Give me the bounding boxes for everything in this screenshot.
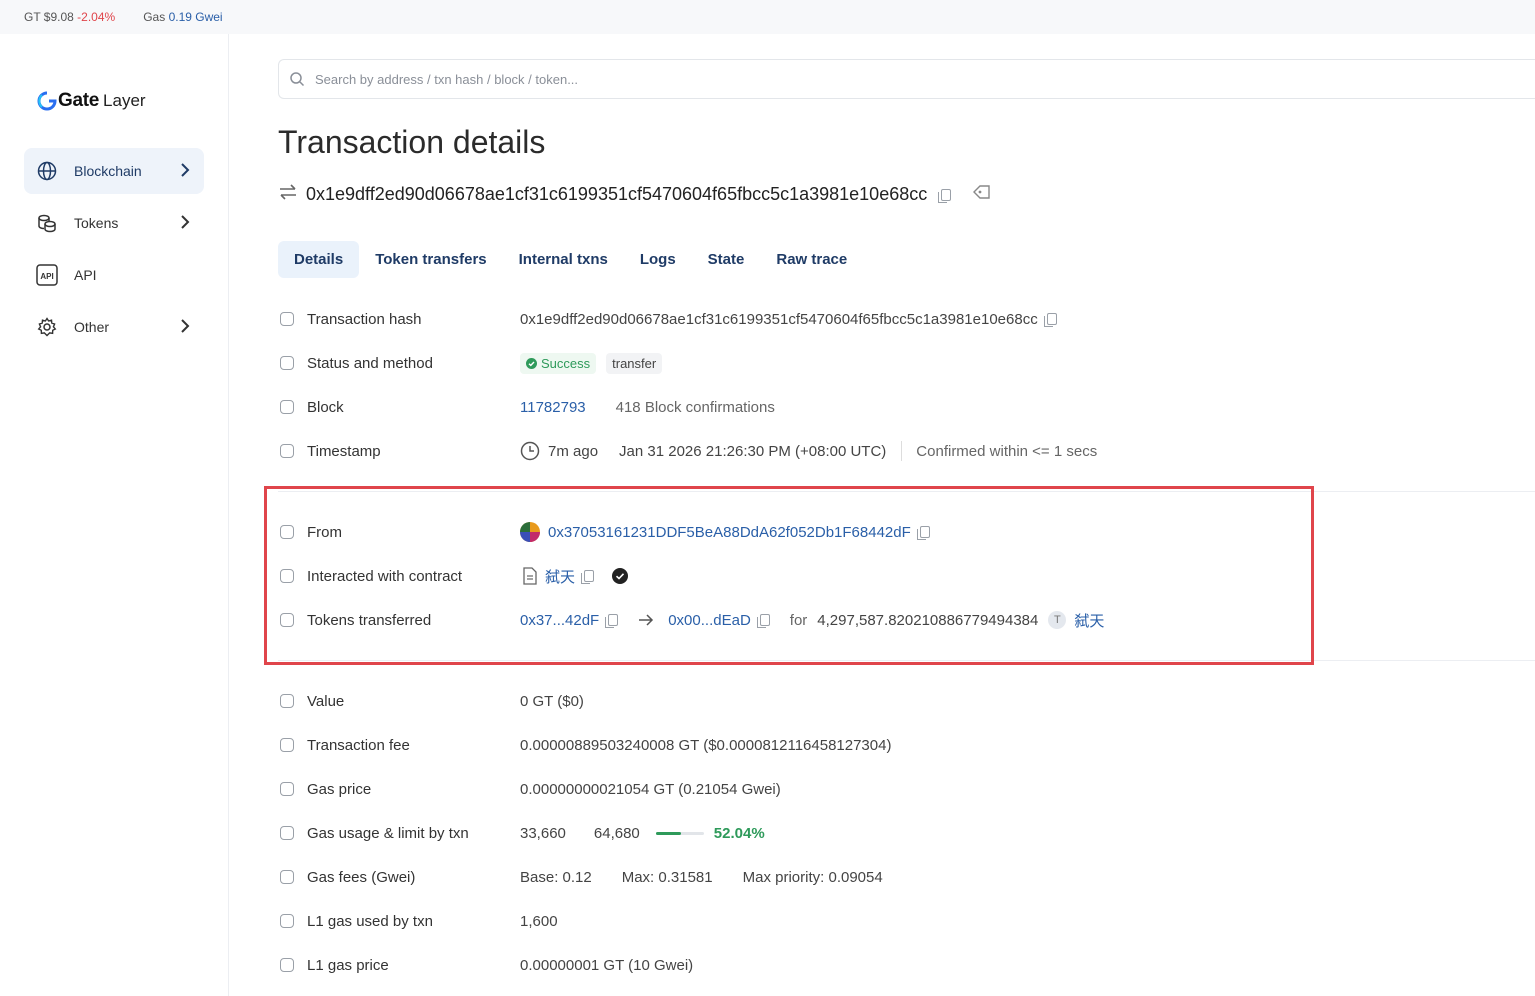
tab-details[interactable]: Details <box>278 241 360 278</box>
info-icon[interactable] <box>280 958 294 972</box>
info-icon[interactable] <box>280 738 294 752</box>
tag-icon[interactable] <box>973 184 991 205</box>
tab-logs[interactable]: Logs <box>624 241 692 278</box>
check-circle-icon <box>526 357 537 369</box>
coins-icon <box>36 212 58 234</box>
sidebar-item-label: Blockchain <box>74 163 142 179</box>
divider <box>901 441 903 461</box>
timestamp-ago: 7m ago <box>548 442 599 460</box>
logo-suffix-text: Layer <box>103 91 146 110</box>
gas-price-stat: Gas 0.19 Gwei <box>143 10 223 24</box>
gas-max: Max: 0.31581 <box>621 868 713 886</box>
sidebar: Gate Layer Blockchain Tokens API API Oth… <box>0 34 229 996</box>
clock-icon <box>520 441 540 461</box>
timestamp-full: Jan 31 2026 21:26:30 PM (+08:00 UTC) <box>619 442 887 460</box>
l1-gas-used-value: 1,600 <box>520 912 558 930</box>
copy-icon[interactable] <box>938 188 952 203</box>
chevron-right-icon <box>180 162 190 181</box>
tab-internal-txns[interactable]: Internal txns <box>503 241 624 278</box>
info-icon[interactable] <box>280 694 294 708</box>
info-icon[interactable] <box>280 312 294 326</box>
status-badge: Success <box>520 352 597 374</box>
svg-text:API: API <box>40 272 53 281</box>
info-icon[interactable] <box>280 782 294 796</box>
gas-priority: Max priority: 0.09054 <box>742 868 883 886</box>
row-value: Value 0 GT ($0) <box>278 689 584 713</box>
info-icon[interactable] <box>280 826 294 840</box>
info-icon[interactable] <box>280 870 294 884</box>
row-transaction-hash: Transaction hash 0x1e9dff2ed90d06678ae1c… <box>278 307 1057 331</box>
row-status-method: Status and method Success transfer <box>278 351 663 375</box>
gas-usage-fill <box>655 831 681 835</box>
gas-limit: 64,680 <box>593 824 640 842</box>
row-l1-gas-price: L1 gas price 0.00000001 GT (10 Gwei) <box>278 953 693 977</box>
row-l1-gas-used: L1 gas used by txn 1,600 <box>278 909 558 933</box>
sidebar-item-label: API <box>74 267 97 283</box>
globe-icon <box>36 160 58 182</box>
swap-arrows-icon <box>278 184 298 205</box>
sidebar-item-label: Other <box>74 319 110 335</box>
row-transaction-fee: Transaction fee 0.00000889503240008 GT (… <box>278 733 891 757</box>
block-confirmations: 418 Block confirmations <box>615 398 775 416</box>
tx-hash-text: 0x1e9dff2ed90d06678ae1cf31c6199351cf5470… <box>306 184 928 204</box>
detail-tabs: Details Token transfers Internal txns Lo… <box>278 241 863 278</box>
l1-gas-price-value: 0.00000001 GT (10 Gwei) <box>520 956 694 974</box>
search-placeholder: Search by address / txn hash / block / t… <box>315 71 579 87</box>
sidebar-item-blockchain[interactable]: Blockchain <box>24 148 204 194</box>
tx-hash-value: 0x1e9dff2ed90d06678ae1cf31c6199351cf5470… <box>520 310 1038 328</box>
search-input[interactable]: Search by address / txn hash / block / t… <box>278 59 1535 99</box>
top-stats-bar: GT $9.08 -2.04% Gas 0.19 Gwei <box>0 0 1535 34</box>
gas-usage-percent: 52.04% <box>713 824 765 842</box>
tab-state[interactable]: State <box>692 241 761 278</box>
tab-token-transfers[interactable]: Token transfers <box>359 241 502 278</box>
info-icon[interactable] <box>280 400 294 414</box>
api-icon: API <box>36 264 58 286</box>
gear-icon <box>36 316 58 338</box>
tx-hash-header: 0x1e9dff2ed90d06678ae1cf31c6199351cf5470… <box>278 184 991 205</box>
search-icon <box>289 71 305 90</box>
timestamp-confirmed: Confirmed within <= 1 secs <box>916 442 1098 460</box>
tab-raw-trace[interactable]: Raw trace <box>760 241 863 278</box>
gate-layer-logo[interactable]: Gate Layer <box>36 90 146 112</box>
sidebar-item-other[interactable]: Other <box>24 304 204 350</box>
sidebar-item-api[interactable]: API API <box>24 252 204 298</box>
row-gas-price: Gas price 0.00000000021054 GT (0.21054 G… <box>278 777 781 801</box>
highlight-box <box>264 486 1314 665</box>
gt-price-stat: GT $9.08 -2.04% <box>24 10 116 24</box>
value-amount: 0 GT ($0) <box>520 692 584 710</box>
fee-amount: 0.00000889503240008 GT ($0.0000812116458… <box>520 736 892 754</box>
info-icon[interactable] <box>280 356 294 370</box>
copy-icon[interactable] <box>1043 313 1057 327</box>
sidebar-item-tokens[interactable]: Tokens <box>24 200 204 246</box>
row-timestamp: Timestamp 7m ago Jan 31 2026 21:26:30 PM… <box>278 439 1097 463</box>
gas-base: Base: 0.12 <box>520 868 592 886</box>
gas-usage-bar <box>655 831 704 835</box>
page-title: Transaction details <box>278 124 546 160</box>
row-gas-usage: Gas usage & limit by txn 33,660 64,680 5… <box>278 821 765 845</box>
info-icon[interactable] <box>280 444 294 458</box>
gas-used: 33,660 <box>520 824 566 842</box>
row-gas-fees: Gas fees (Gwei) Base: 0.12 Max: 0.31581 … <box>278 865 883 889</box>
gate-logo-icon <box>37 91 57 111</box>
row-block: Block 11782793 418 Block confirmations <box>278 395 775 419</box>
method-badge: transfer <box>606 352 663 374</box>
info-icon[interactable] <box>280 914 294 928</box>
sidebar-item-label: Tokens <box>74 215 119 231</box>
block-number-link[interactable]: 11782793 <box>520 399 586 416</box>
chevron-right-icon <box>180 214 190 233</box>
chevron-right-icon <box>180 318 190 337</box>
gas-price-amount: 0.00000000021054 GT (0.21054 Gwei) <box>520 780 781 798</box>
logo-brand-text: Gate <box>58 90 100 111</box>
